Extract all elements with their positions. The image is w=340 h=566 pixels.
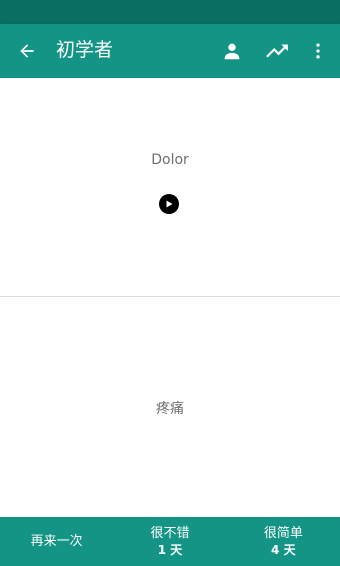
good-button[interactable]: 很不错 1 天	[113, 517, 226, 566]
card-back: 疼痛	[0, 297, 340, 517]
more-options-button[interactable]	[302, 35, 334, 67]
again-label: 再来一次	[30, 533, 83, 549]
more-vertical-icon	[316, 43, 320, 59]
account-button[interactable]	[216, 35, 248, 67]
card-front-text: Dolor	[151, 152, 189, 168]
again-button[interactable]: 再来一次	[0, 517, 113, 566]
page-title: 初学者	[56, 39, 114, 61]
easy-label: 很简单	[263, 525, 303, 541]
good-label: 很不错	[150, 525, 190, 541]
back-button[interactable]	[11, 35, 43, 67]
easy-button[interactable]: 很简单 4 天	[227, 517, 340, 566]
good-interval: 1 天	[157, 542, 183, 557]
play-icon	[166, 200, 173, 208]
easy-interval: 4 天	[271, 542, 296, 557]
play-audio-button[interactable]	[159, 194, 179, 214]
answer-bar: 再来一次 很不错 1 天 很简单 4 天	[0, 517, 340, 566]
status-bar	[0, 0, 340, 24]
arrow-left-icon	[20, 44, 34, 58]
card-back-text: 疼痛	[156, 401, 184, 417]
app-bar: 初学者	[0, 24, 340, 78]
stats-button[interactable]	[261, 35, 293, 67]
card-front: Dolor	[0, 78, 340, 296]
person-icon	[224, 43, 240, 60]
trending-up-icon	[266, 44, 288, 58]
